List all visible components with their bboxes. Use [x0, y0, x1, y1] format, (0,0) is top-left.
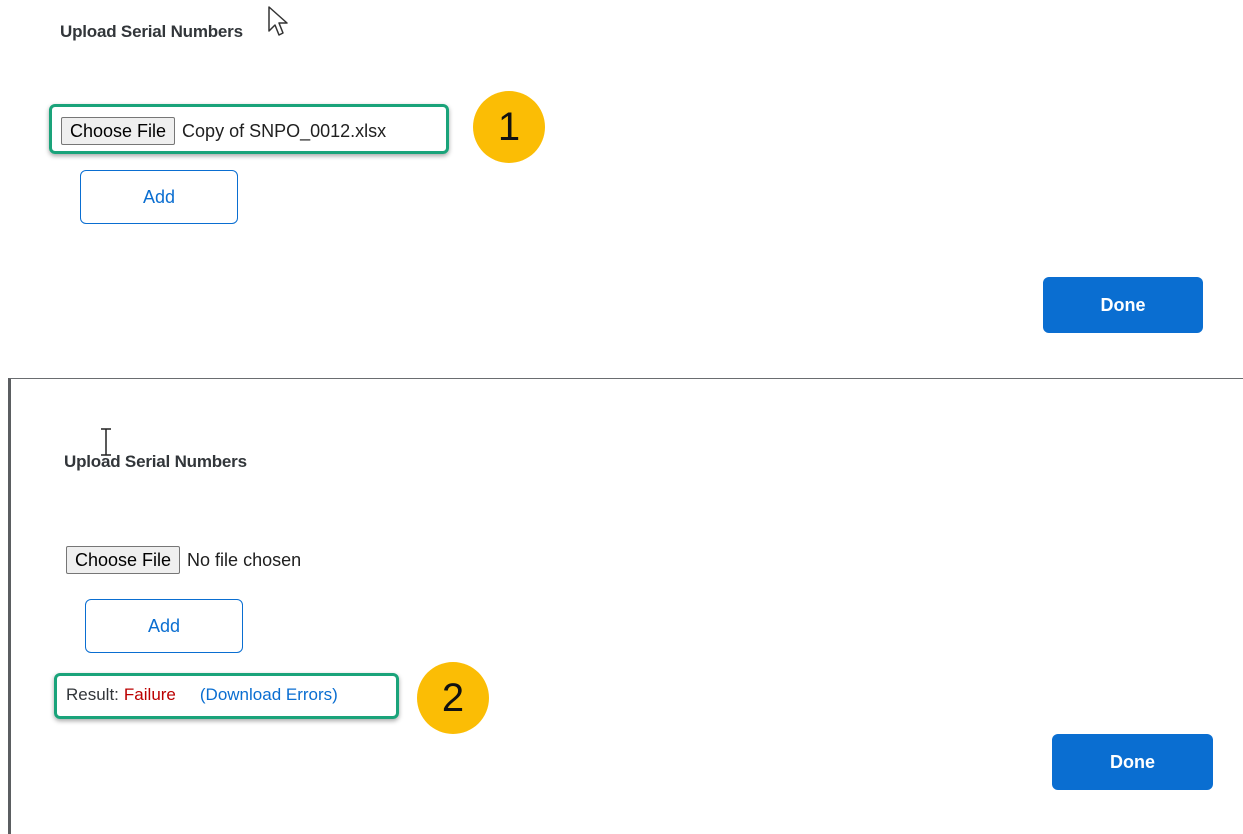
done-button[interactable]: Done — [1052, 734, 1213, 790]
add-button[interactable]: Add — [85, 599, 243, 653]
file-input[interactable]: Choose File Copy of SNPO_0012.xlsx — [61, 117, 386, 145]
choose-file-button[interactable]: Choose File — [61, 117, 176, 145]
file-input[interactable]: Choose File No file chosen — [66, 546, 301, 574]
choose-file-button[interactable]: Choose File — [66, 546, 181, 574]
upload-panel-top: Upload Serial Numbers Choose File Copy o… — [0, 0, 1243, 370]
arrow-cursor-icon — [268, 6, 288, 36]
download-errors-link[interactable]: (Download Errors) — [200, 685, 338, 705]
done-button[interactable]: Done — [1043, 277, 1203, 333]
step-badge-1: 1 — [473, 91, 545, 163]
result-status: Failure — [123, 685, 176, 704]
upload-panel-bottom: Upload Serial Numbers Choose File No fil… — [8, 378, 1243, 834]
page-title: Upload Serial Numbers — [60, 22, 243, 41]
file-name-label: Copy of SNPO_0012.xlsx — [182, 120, 387, 141]
result-row: Result: Failure (Download Errors) — [66, 685, 338, 705]
add-button[interactable]: Add — [80, 170, 238, 224]
result-label: Result: — [66, 685, 119, 704]
file-name-label: No file chosen — [187, 549, 302, 570]
step-badge-2: 2 — [417, 662, 489, 734]
page-title: Upload Serial Numbers — [64, 452, 247, 471]
